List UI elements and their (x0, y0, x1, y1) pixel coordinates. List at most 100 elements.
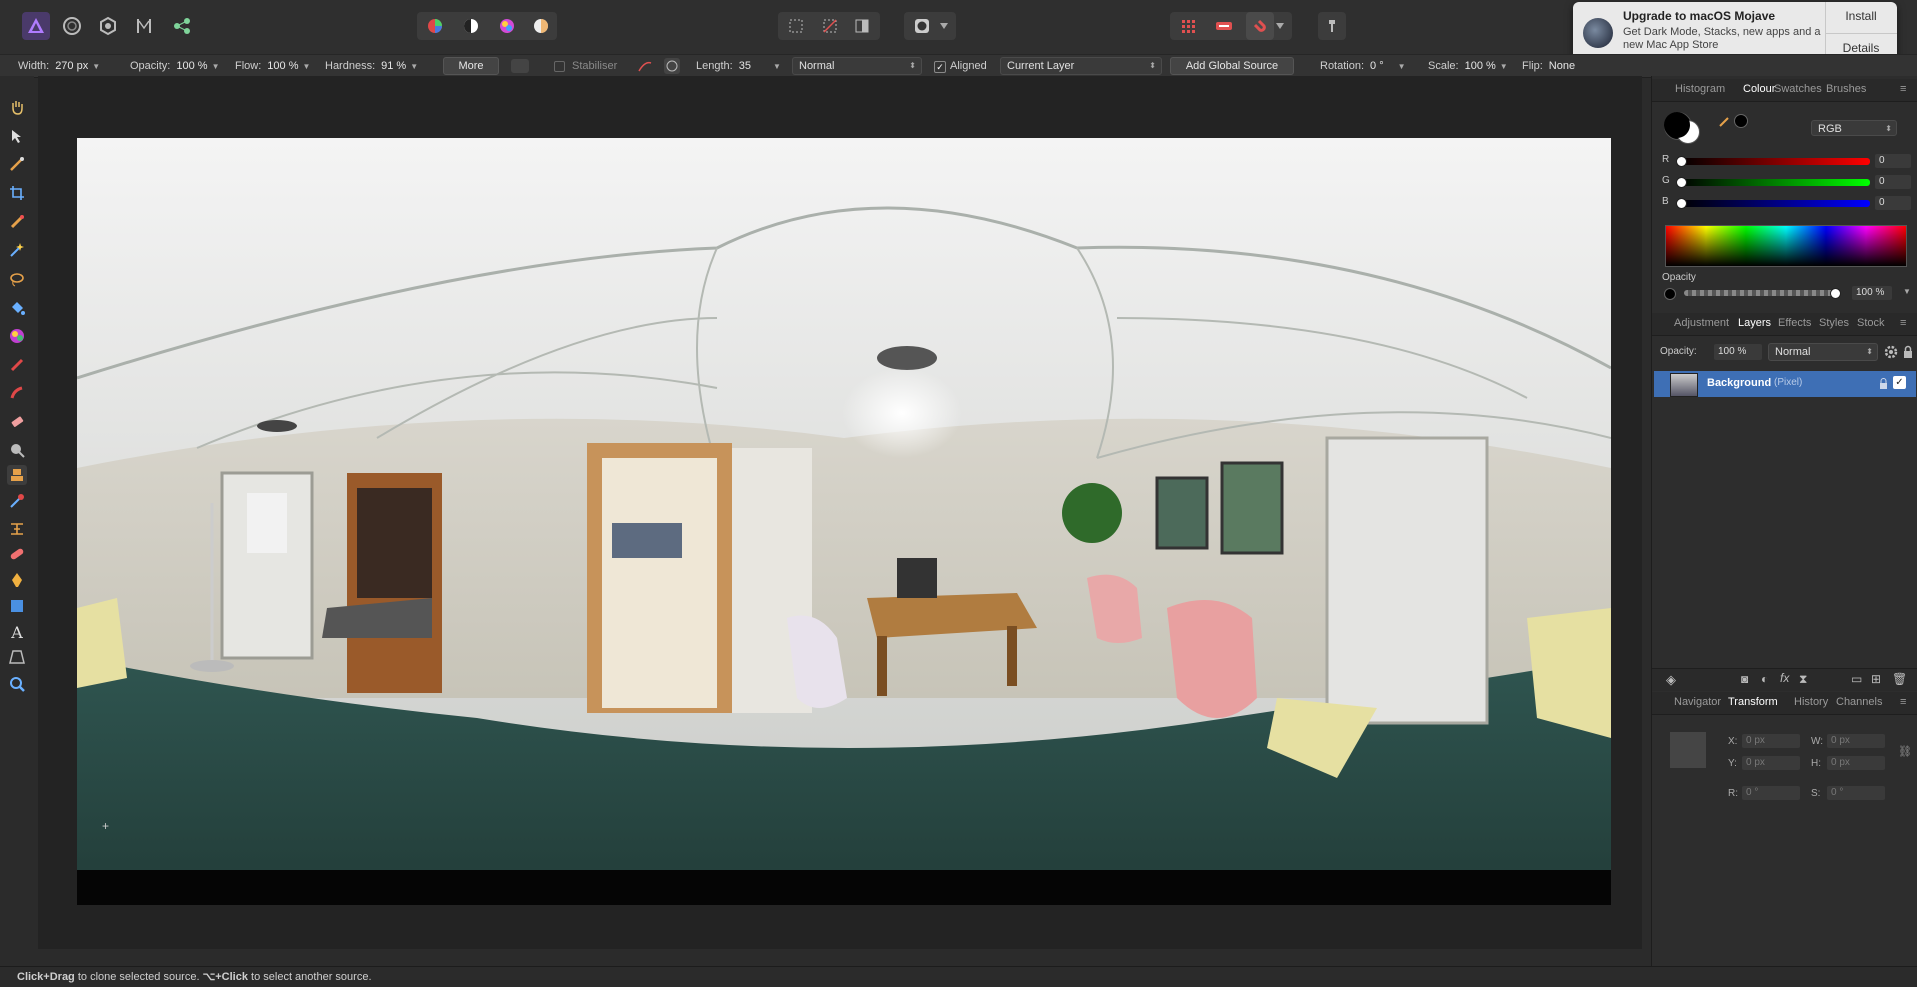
details-button[interactable]: Details (1825, 41, 1897, 55)
w-value[interactable]: 0 px (1827, 734, 1885, 748)
levels-icon[interactable] (421, 12, 449, 40)
colour-spectrum[interactable] (1665, 225, 1907, 267)
chevron-down-icon[interactable]: ▼ (302, 62, 310, 71)
tab-navigator[interactable]: Navigator (1674, 696, 1721, 708)
deselect-icon[interactable] (816, 12, 844, 40)
move-forward-icon[interactable] (1318, 12, 1346, 40)
chevron-down-icon[interactable]: ▼ (1903, 287, 1911, 296)
layer-blend-mode-select[interactable]: Normal ⬍ (1768, 343, 1878, 361)
move-tool-icon[interactable] (7, 126, 27, 146)
g-slider-knob[interactable] (1676, 177, 1687, 188)
brush-settings-icon[interactable] (511, 59, 529, 73)
rotation-value[interactable]: 0 ° (1370, 60, 1384, 72)
width-control[interactable]: Width: 270 px ▼ (18, 58, 100, 74)
tab-channels[interactable]: Channels (1836, 696, 1882, 708)
rotation-control[interactable]: Rotation: 0 ° ▼ (1320, 58, 1406, 74)
tab-colour[interactable]: Colour (1743, 83, 1775, 95)
hand-tool-icon[interactable] (7, 97, 27, 117)
live-filter-icon[interactable]: ⧗ (1799, 672, 1807, 687)
colour-opacity-value[interactable]: 100 % (1852, 286, 1892, 300)
chevron-down-icon[interactable]: ▼ (1500, 62, 1508, 71)
add-layer-icon[interactable]: ⊞ (1871, 672, 1881, 686)
chevron-down-icon[interactable]: ▼ (92, 62, 100, 71)
perspective-tool-icon[interactable] (7, 647, 27, 667)
clone-brush-icon[interactable] (7, 465, 27, 485)
colour-opacity-knob[interactable] (1830, 288, 1841, 299)
white-balance-icon[interactable] (527, 12, 555, 40)
blend-mode-select[interactable]: Normal ⬍ (792, 57, 922, 75)
primary-colour-swatch[interactable] (1664, 112, 1690, 138)
document-canvas[interactable] (77, 138, 1611, 905)
b-slider-knob[interactable] (1676, 198, 1687, 209)
shear-value[interactable]: 0 ° (1827, 786, 1885, 800)
chevron-down-icon[interactable]: ▼ (773, 62, 781, 71)
chevron-down-icon[interactable] (934, 12, 954, 40)
colour-opacity-slider[interactable] (1684, 290, 1834, 296)
gradient-tool-icon[interactable] (7, 326, 27, 346)
aligned-checkbox[interactable]: ✓ (934, 61, 946, 73)
h-value[interactable]: 0 px (1827, 756, 1885, 770)
flip-control[interactable]: Flip: None (1522, 58, 1575, 74)
text-tool-icon[interactable]: A (7, 622, 27, 642)
pixel-tool-icon[interactable] (7, 383, 27, 403)
scale-value[interactable]: 100 % (1465, 60, 1496, 72)
mask-layer-icon[interactable]: ◙ (1741, 672, 1748, 686)
hsl-icon[interactable] (493, 12, 521, 40)
tab-swatches[interactable]: Swatches (1774, 83, 1822, 95)
paint-brush-icon[interactable] (7, 355, 27, 375)
freehand-selection-icon[interactable] (7, 269, 27, 289)
hardness-value[interactable]: 91 % (381, 60, 406, 72)
panel-menu-icon[interactable]: ≡ (1900, 317, 1906, 329)
r-slider[interactable] (1680, 158, 1870, 165)
tab-transform[interactable]: Transform (1728, 696, 1778, 708)
lock-icon[interactable] (1902, 345, 1914, 362)
opacity-control[interactable]: Opacity: 100 % ▼ (130, 58, 219, 74)
link-icon[interactable]: ⛓ (1898, 745, 1912, 758)
b-value[interactable]: 0 (1875, 196, 1911, 210)
quick-mask-icon[interactable] (908, 12, 936, 40)
more-button[interactable]: More (443, 57, 499, 75)
selection-brush-icon[interactable] (7, 212, 27, 232)
export-persona-icon[interactable] (168, 12, 196, 40)
chevron-down-icon[interactable]: ▼ (212, 62, 220, 71)
flow-control[interactable]: Flow: 100 % ▼ (235, 58, 310, 74)
group-folder-icon[interactable]: ▭ (1851, 672, 1862, 686)
fill-tool-icon[interactable] (7, 298, 27, 318)
add-global-source-button[interactable]: Add Global Source (1170, 57, 1294, 75)
tab-layers[interactable]: Layers (1738, 317, 1771, 329)
chevron-down-icon[interactable]: ▼ (1398, 62, 1406, 71)
b-slider[interactable] (1680, 200, 1870, 207)
anchor-selector[interactable] (1670, 732, 1706, 768)
pen-tool-icon[interactable] (7, 570, 27, 590)
x-value[interactable]: 0 px (1742, 734, 1800, 748)
crop-tool-icon[interactable] (7, 183, 27, 203)
source-layer-select[interactable]: Current Layer ⬍ (1000, 57, 1162, 75)
stabiliser-checkbox[interactable] (554, 61, 565, 72)
trash-icon[interactable]: 🗑 (1892, 672, 1907, 686)
layer-lock-icon[interactable] (1879, 378, 1888, 393)
dodge-tool-icon[interactable] (7, 440, 27, 460)
tab-adjustment[interactable]: Adjustment (1674, 317, 1729, 329)
gear-icon[interactable] (1884, 345, 1898, 362)
tone-mapping-persona-icon[interactable] (130, 12, 158, 40)
color-picker-icon[interactable] (7, 154, 27, 174)
length-value[interactable]: 35 (739, 60, 751, 72)
picked-colour-swatch[interactable] (1734, 114, 1748, 128)
healing-brush-icon[interactable] (7, 544, 27, 564)
liquify-persona-icon[interactable] (58, 12, 86, 40)
tab-stock[interactable]: Stock (1857, 317, 1885, 329)
invert-selection-icon[interactable] (848, 12, 876, 40)
panel-menu-icon[interactable]: ≡ (1900, 83, 1906, 95)
layer-row[interactable]: Background (Pixel) ✓ (1654, 371, 1916, 397)
tab-styles[interactable]: Styles (1819, 317, 1849, 329)
panel-menu-icon[interactable]: ≡ (1900, 696, 1906, 708)
fx-icon[interactable]: fx (1780, 671, 1789, 685)
layer-visibility-checkbox[interactable]: ✓ (1893, 376, 1906, 389)
colour-model-select[interactable]: RGB ⬍ (1811, 120, 1897, 136)
r-slider-knob[interactable] (1676, 156, 1687, 167)
grid-icon[interactable] (1174, 12, 1202, 40)
tab-brushes[interactable]: Brushes (1826, 83, 1866, 95)
erase-brush-icon[interactable] (7, 412, 27, 432)
adjustment-layer-icon[interactable]: ◐ (1761, 672, 1768, 686)
eyedropper-icon[interactable] (1718, 114, 1732, 131)
